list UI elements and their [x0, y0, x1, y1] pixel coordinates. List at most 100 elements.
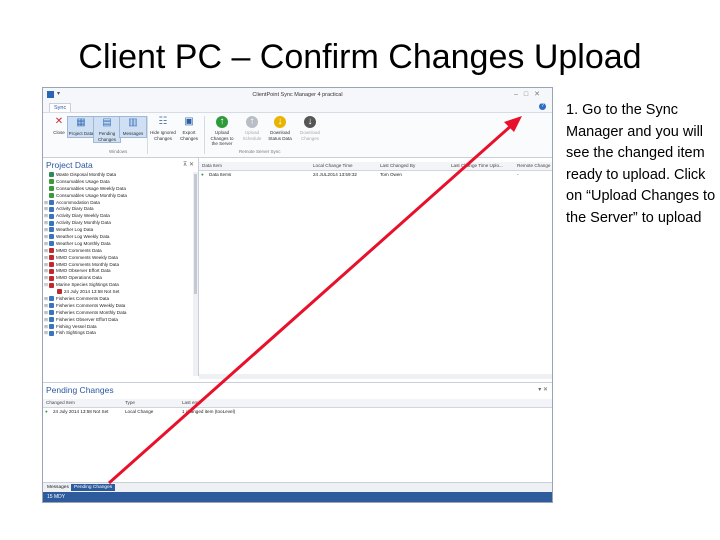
- grid-header: Data Item Local Change Time Last Changed…: [199, 162, 552, 171]
- data-item-icon: [49, 172, 54, 178]
- tree-item[interactable]: ⊞ MMO Comments Data: [43, 248, 192, 255]
- tree-item-label: Weather Log Monthly Data: [56, 240, 111, 246]
- tree-item[interactable]: ⊞ Fisheries Comments Monthly Data: [43, 310, 192, 317]
- tree-item-label: Consumables Usage Weekly Data: [56, 185, 126, 191]
- instruction-text: 1. Go to the Sync Manager and you will s…: [566, 102, 716, 226]
- pending-changes-icon: ▤: [102, 117, 112, 128]
- tree-item-label: Fisheries Comments Data: [56, 296, 110, 302]
- data-item-icon: [49, 268, 54, 274]
- col-last-changed-by[interactable]: Last Changed By: [380, 163, 415, 168]
- col-data-item[interactable]: Data Item: [202, 163, 222, 168]
- col-changed-item[interactable]: Changed Item: [46, 400, 75, 405]
- tree-item[interactable]: ⊞ Fishing Vessel Data: [43, 324, 192, 331]
- tree-item[interactable]: ⊞ MMO Comments Monthly Data: [43, 262, 192, 269]
- download-changes-button[interactable]: ↓ Download Changes: [297, 116, 323, 141]
- tree-item-label: MMO Comments Weekly Data: [56, 254, 118, 260]
- tree-item-label: Weather Log Data: [56, 227, 94, 233]
- col-summary[interactable]: Last emit: [182, 400, 201, 405]
- data-item-icon: [49, 316, 54, 322]
- tree-item-label: Fish Sightings Data: [56, 330, 96, 336]
- tree-item[interactable]: ⊞ Activity Diary Data: [43, 206, 192, 213]
- tree-item[interactable]: ⊞ MMO Comments Weekly Data: [43, 255, 192, 262]
- tree-item[interactable]: ⊞ Fish Sightings Data: [43, 330, 192, 337]
- close-icon: ✕: [54, 116, 64, 127]
- tree-item-label: Waste Disposal Monthly Data: [56, 172, 117, 177]
- tree-item[interactable]: ⊞ Accommodation Data: [43, 200, 192, 207]
- status-ok-icon: ●: [201, 172, 204, 177]
- save-icon: ▣: [184, 116, 194, 127]
- tree-item[interactable]: ⊟ Marine Species Sightings Data: [43, 282, 192, 289]
- pane-pin-icon[interactable]: ⊼ ✕: [183, 161, 194, 168]
- hide-ignored-changes-button[interactable]: ☷ Hide Ignored Changes: [150, 116, 176, 141]
- pending-changes-button[interactable]: ▤ Pending Changes: [93, 116, 121, 143]
- project-data-icon: ▦: [76, 117, 86, 128]
- pending-header: Changed Item Type Last emit: [43, 399, 552, 408]
- data-item-icon: [49, 192, 54, 198]
- tab-sync[interactable]: Sync: [49, 103, 72, 112]
- tree-item-label: Activity Diary Weekly Data: [56, 213, 110, 219]
- col-last-change-time[interactable]: Last Change Time Uplo...: [451, 163, 503, 168]
- project-data-button[interactable]: ▦ Project Data: [67, 116, 95, 138]
- tree-item[interactable]: ⊞ Weather Log Weekly Data: [43, 234, 192, 241]
- pending-changes-pane: Pending Changes ▾ ✕ Changed Item Type La…: [43, 382, 552, 483]
- tree-item-label: Activity Diary Data: [56, 206, 94, 212]
- cell-by: Tom Owen: [380, 172, 402, 177]
- tree-item[interactable]: ⊞ Activity Diary Weekly Data: [43, 213, 192, 220]
- tree-item-label: Fisheries Observer Effort Data: [56, 316, 118, 322]
- data-item-icon: [49, 275, 54, 281]
- tree-item[interactable]: Waste Disposal Monthly Data: [43, 172, 192, 179]
- table-row[interactable]: ● Data Items 24 JUL2014 13:59:32 Tom Owe…: [199, 171, 552, 179]
- tree-item[interactable]: ⊞ Fisheries Observer Effort Data: [43, 317, 192, 324]
- data-item-icon: [49, 330, 54, 336]
- data-item-icon: [49, 179, 54, 185]
- download-status-data-button[interactable]: ↓ Download Status Data: [265, 116, 295, 141]
- tab-pending-changes[interactable]: Pending Changes: [71, 484, 116, 491]
- tree-item[interactable]: Consumables Usage Data: [43, 179, 192, 186]
- data-item-icon: [49, 310, 54, 316]
- tree-item-label: Consumables Usage Data: [56, 178, 110, 184]
- tree-item[interactable]: ⊞ Weather Log Monthly Data: [43, 241, 192, 248]
- tree-item-label: Fisheries Comments Weekly Data: [56, 302, 126, 308]
- tree-item-label: Fishing Vessel Data: [56, 323, 97, 329]
- tree-item[interactable]: ⊞ Weather Log Data: [43, 227, 192, 234]
- tree-item[interactable]: Consumables Usage Monthly Data: [43, 193, 192, 200]
- upload-schedule-button[interactable]: ↑ Upload Schedule: [239, 116, 265, 141]
- tree-item[interactable]: Consumables Usage Weekly Data: [43, 186, 192, 193]
- tree-item[interactable]: ⊞ Fisheries Comments Weekly Data: [43, 303, 192, 310]
- change-ok-icon: ●: [45, 409, 48, 414]
- pending-pin-icon[interactable]: ▾ ✕: [538, 386, 548, 393]
- data-item-icon: [49, 261, 54, 267]
- cell-time: 24 JUL2014 13:59:32: [313, 172, 357, 177]
- tree-item-label: Consumables Usage Monthly Data: [56, 192, 127, 198]
- slide-title: Client PC – Confirm Changes Upload: [78, 38, 642, 76]
- col-local-change-time[interactable]: Local Change Time: [313, 163, 353, 168]
- messages-button[interactable]: ▥ Messages: [119, 116, 147, 138]
- export-changes-button[interactable]: ▣ Export Changes: [176, 116, 202, 141]
- group-label-windows: Windows: [109, 149, 128, 154]
- bottom-tabs: Messages Pending Changes: [43, 482, 552, 492]
- tab-messages[interactable]: Messages: [44, 484, 72, 491]
- data-item-icon: [49, 248, 54, 254]
- tree-item[interactable]: ⊞ MMO Observer Effort Data: [43, 268, 192, 275]
- col-remote-change[interactable]: Remote Change: [517, 163, 550, 168]
- messages-icon: ▥: [128, 117, 138, 128]
- tree-scrollbar[interactable]: [193, 172, 198, 376]
- grid-horizontal-scrollbar[interactable]: [199, 374, 552, 379]
- download-status-icon: ↓: [274, 116, 286, 128]
- data-item-icon: [49, 206, 54, 212]
- ribbon: ✕ Close ▦ Project Data ▤ Pending Changes…: [43, 113, 552, 158]
- pending-row[interactable]: ● 24 July 2014 13:58 Not Set Local Chang…: [43, 408, 552, 416]
- data-item-icon: [49, 234, 54, 240]
- data-item-icon: [49, 220, 54, 226]
- upload-changes-button[interactable]: ↑ Upload Changes to the Server: [207, 116, 237, 147]
- tree-item[interactable]: 24 July 2014 13:58 Not Set: [43, 289, 192, 296]
- cell-remote: -: [517, 172, 519, 177]
- tree-item[interactable]: ⊞ Fisheries Comments Data: [43, 296, 192, 303]
- window-controls[interactable]: –□✕: [514, 90, 546, 98]
- tree-item[interactable]: ⊞ MMO Operations Data: [43, 275, 192, 282]
- help-icon[interactable]: ?: [539, 103, 546, 110]
- sync-manager-window: ▾ ClientPoint Sync Manager 4 practical –…: [42, 87, 553, 503]
- project-tree: Waste Disposal Monthly Data Consumables U…: [43, 172, 192, 376]
- col-type[interactable]: Type: [125, 400, 135, 405]
- tree-item[interactable]: ⊞ Activity Diary Monthly Data: [43, 220, 192, 227]
